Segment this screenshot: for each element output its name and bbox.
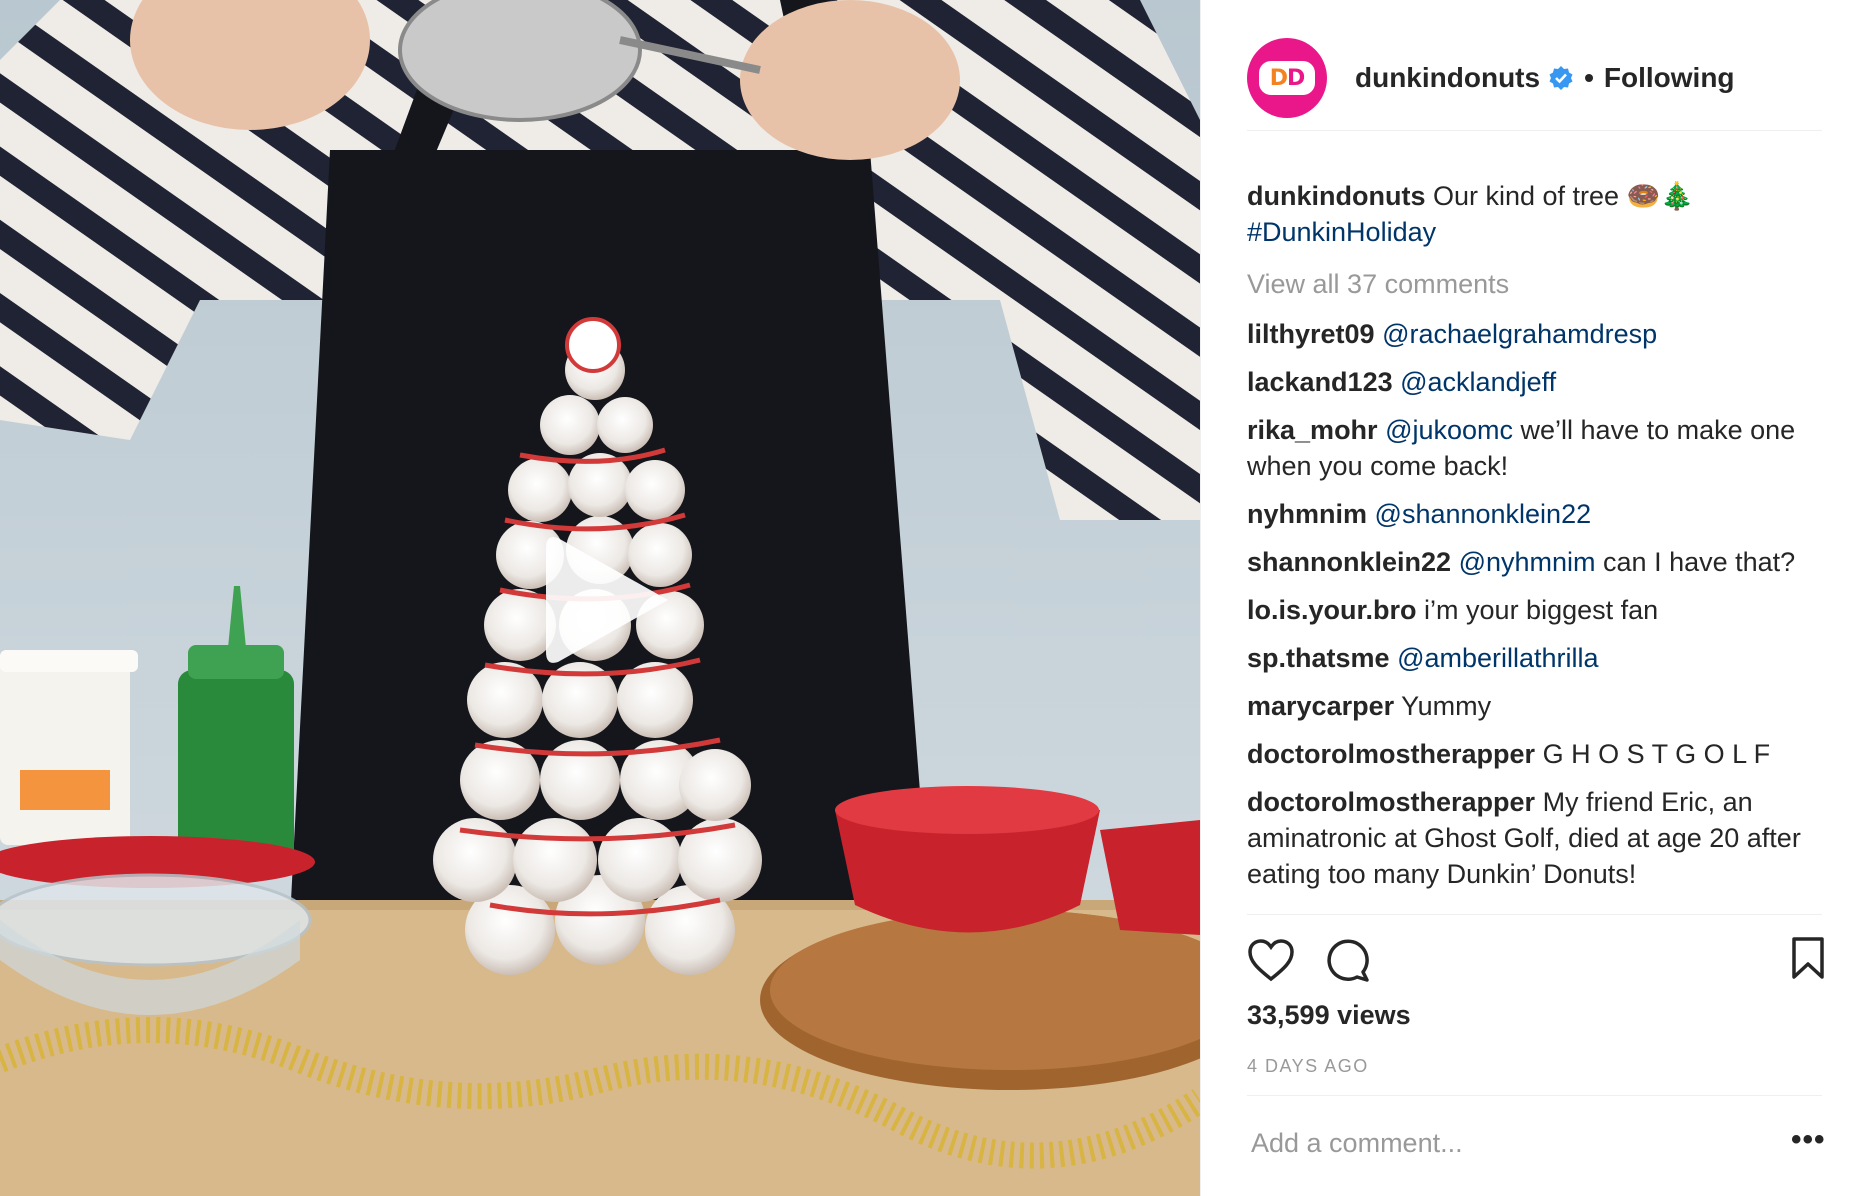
comment-item: lo.is.your.bro i’m your biggest fan	[1247, 592, 1822, 628]
comment-username[interactable]: nyhmnim	[1247, 499, 1367, 529]
comment-bubble-icon[interactable]	[1325, 938, 1371, 982]
comment-username[interactable]: shannonklein22	[1247, 547, 1451, 577]
dunkin-logo-icon: DD	[1259, 61, 1315, 95]
comment-text: can I have that?	[1595, 547, 1796, 577]
comment-username[interactable]: doctorolmostherapper	[1247, 787, 1535, 817]
comment-text: Yummy	[1401, 691, 1492, 721]
comment-mention[interactable]: @jukoomc	[1385, 415, 1513, 445]
comment-item: shannonklein22 @nyhmnim can I have that?	[1247, 544, 1822, 580]
comment-username[interactable]: marycarper	[1247, 691, 1394, 721]
comment-input-divider	[1247, 1095, 1822, 1096]
comment-mention[interactable]: @acklandjeff	[1400, 367, 1556, 397]
post-video[interactable]	[0, 0, 1200, 1196]
comment-text: G H O S T G O L F	[1542, 739, 1771, 769]
comment-item: nyhmnim @shannonklein22	[1247, 496, 1822, 532]
comment-item: doctorolmostherapper My friend Eric, an …	[1247, 784, 1822, 892]
comment-item: rika_mohr @jukoomc we’ll have to make on…	[1247, 412, 1822, 484]
caption-text: Our kind of tree 🍩🎄	[1432, 181, 1694, 211]
post-header: DD dunkindonuts • Following	[1247, 36, 1735, 120]
add-comment-input[interactable]: Add a comment...	[1251, 1128, 1463, 1159]
view-all-comments-link[interactable]: View all 37 comments	[1247, 266, 1822, 302]
avatar[interactable]: DD	[1247, 38, 1327, 118]
comment-item: sp.thatsme @amberillathrilla	[1247, 640, 1822, 676]
post-date[interactable]: 4 DAYS AGO	[1247, 1056, 1369, 1077]
comment-item: lilthyret09 @rachaelgrahamdresp	[1247, 316, 1822, 352]
comment-username[interactable]: sp.thatsme	[1247, 643, 1390, 673]
comment-item: marycarper Yummy	[1247, 688, 1822, 724]
verified-badge-icon	[1549, 66, 1573, 90]
header-divider	[1247, 130, 1822, 131]
comment-mention[interactable]: @amberillathrilla	[1397, 643, 1598, 673]
comment-username[interactable]: lackand123	[1247, 367, 1393, 397]
caption-username[interactable]: dunkindonuts	[1247, 181, 1425, 211]
separator-dot: •	[1584, 62, 1594, 93]
caption: dunkindonuts Our kind of tree 🍩🎄 #Dunkin…	[1247, 178, 1822, 250]
heart-icon[interactable]	[1247, 938, 1295, 982]
comment-username[interactable]: lilthyret09	[1247, 319, 1375, 349]
comment-username[interactable]: rika_mohr	[1247, 415, 1378, 445]
play-icon[interactable]	[540, 530, 680, 670]
comments-list[interactable]: dunkindonuts Our kind of tree 🍩🎄 #Dunkin…	[1247, 178, 1822, 914]
comment-mention[interactable]: @shannonklein22	[1375, 499, 1592, 529]
comment-item: lackand123 @acklandjeff	[1247, 364, 1822, 400]
comment-text: i’m your biggest fan	[1424, 595, 1659, 625]
comment-username[interactable]: lo.is.your.bro	[1247, 595, 1417, 625]
actions-divider	[1247, 914, 1822, 915]
view-count[interactable]: 33,599 views	[1247, 1000, 1411, 1031]
following-button[interactable]: Following	[1604, 62, 1735, 94]
comment-mention[interactable]: @nyhmnim	[1459, 547, 1596, 577]
post-sidebar: DD dunkindonuts • Following dunkindonuts…	[1200, 0, 1868, 1196]
action-bar	[1247, 936, 1825, 986]
caption-hashtag[interactable]: #DunkinHoliday	[1247, 217, 1436, 247]
comment-username[interactable]: doctorolmostherapper	[1247, 739, 1535, 769]
comment-mention[interactable]: @rachaelgrahamdresp	[1382, 319, 1657, 349]
post-username[interactable]: dunkindonuts	[1355, 62, 1540, 94]
comment-item: doctorolmostherapper G H O S T G O L F	[1247, 736, 1822, 772]
more-options-icon[interactable]: •••	[1791, 1125, 1826, 1155]
bookmark-icon[interactable]	[1791, 936, 1825, 980]
